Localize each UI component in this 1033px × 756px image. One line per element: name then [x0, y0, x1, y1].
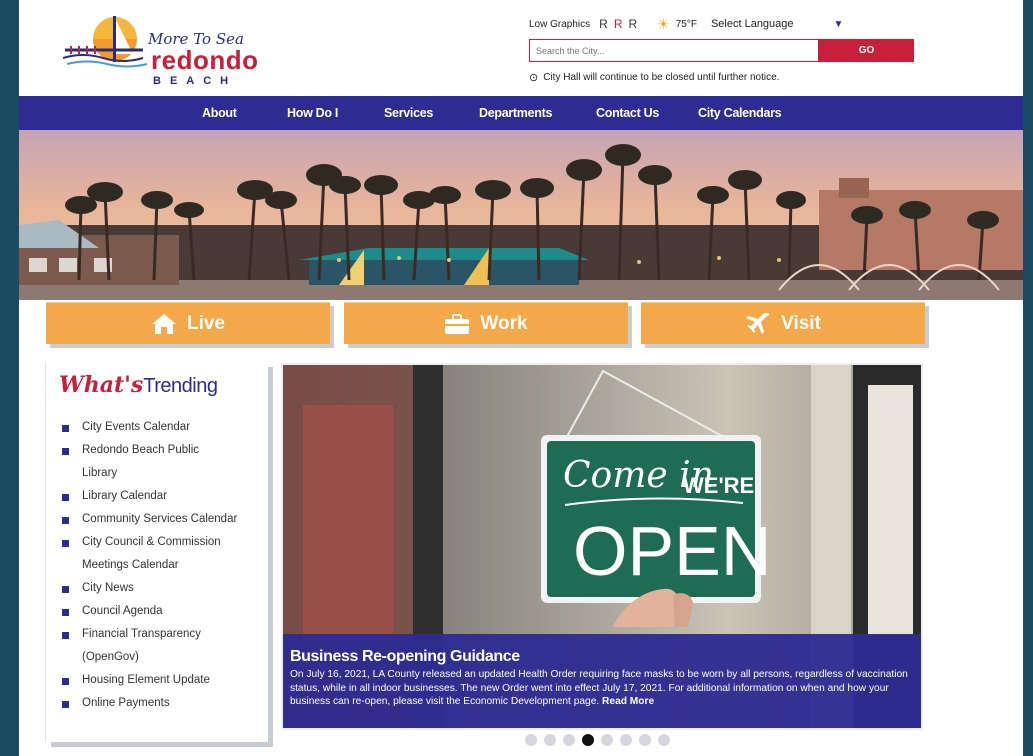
hero-banner-image [19, 130, 1023, 300]
nav-services[interactable]: Services [384, 106, 433, 120]
nav-departments[interactable]: Departments [479, 106, 552, 120]
trending-item[interactable]: Financial Transparency [62, 623, 262, 646]
slide-body: On July 16, 2021, LA County released an … [290, 669, 908, 707]
bullet-icon [62, 609, 69, 616]
trending-item-continued[interactable]: Meetings Calendar [62, 554, 262, 577]
low-graphics-link[interactable]: Low Graphics [529, 19, 590, 30]
trending-heading-text: Trending [143, 375, 218, 397]
text-size-small[interactable]: R [599, 17, 608, 31]
slider-dot[interactable] [658, 734, 670, 746]
bullet-icon [62, 517, 69, 524]
nav-contact-us[interactable]: Contact Us [596, 106, 659, 120]
bullet-icon [62, 540, 69, 547]
sign-were: WE'RE [683, 473, 754, 498]
live-label: Live [186, 312, 226, 334]
closure-notice: ⊙ City Hall will continue to be closed u… [529, 71, 779, 84]
trending-item[interactable]: Redondo Beach Public [62, 439, 262, 462]
slider-dots [525, 734, 677, 746]
trending-item-continued[interactable]: (OpenGov) [62, 646, 262, 669]
slider-dot[interactable] [639, 734, 651, 746]
bullet-icon [62, 586, 69, 593]
weather-sun-icon: ☀ [657, 15, 670, 32]
bullet-icon [62, 701, 69, 708]
slider-dot[interactable] [601, 734, 613, 746]
main-nav: About How Do I Services Departments Cont… [19, 96, 1023, 130]
briefcase-icon [444, 313, 470, 335]
city-logo[interactable]: More To Sea redondo BEACH [63, 14, 258, 87]
bullet-icon [62, 448, 69, 455]
logo-name: redondo [151, 45, 259, 75]
nav-about[interactable]: About [202, 106, 237, 120]
temperature: 75°F [675, 18, 697, 30]
search-input[interactable] [529, 39, 819, 62]
work-label: Work [480, 312, 528, 334]
page: More To Sea redondo BEACH Low Graphics R… [19, 0, 1023, 756]
visit-label: Visit [781, 312, 821, 334]
trending-item[interactable]: City News [62, 577, 262, 600]
bullet-icon [62, 494, 69, 501]
search-go-button[interactable]: GO [819, 39, 914, 62]
chevron-down-icon[interactable]: ▼ [834, 19, 844, 30]
bullet-icon [62, 678, 69, 685]
trending-heading-script: What's [59, 372, 144, 398]
text-size-large[interactable]: R [628, 17, 637, 31]
home-icon [151, 313, 177, 335]
logo-emblem-icon [63, 16, 148, 68]
trending-item-continued[interactable]: Library [62, 462, 262, 485]
work-button[interactable]: Work [344, 302, 628, 344]
slider-dot[interactable] [525, 734, 537, 746]
slider-dot[interactable] [563, 734, 575, 746]
logo-beach: BEACH [153, 75, 238, 87]
trending-item[interactable]: City Council & Commission [62, 531, 262, 554]
slide-title[interactable]: Business Re-opening Guidance [290, 648, 914, 666]
utility-bar: Low Graphics R R R ☀ 75°F Select Languag… [529, 16, 843, 32]
trending-item[interactable]: Housing Element Update [62, 669, 262, 692]
slider-dot-active[interactable] [582, 734, 594, 746]
notice-text[interactable]: City Hall will continue to be closed unt… [543, 72, 779, 83]
nav-city-calendars[interactable]: City Calendars [698, 106, 782, 120]
news-slide[interactable]: Come in WE'RE OPEN Business Re-opening G… [283, 365, 921, 728]
slider-dot[interactable] [620, 734, 632, 746]
trending-item[interactable]: City Events Calendar [62, 416, 262, 439]
bullet-icon [62, 632, 69, 639]
live-button[interactable]: Live [46, 302, 330, 344]
search-bar: GO [529, 39, 914, 62]
trending-item[interactable]: Community Services Calendar [62, 508, 262, 531]
slide-caption: Business Re-opening Guidance On July 16,… [283, 634, 921, 728]
trending-list: City Events Calendar Redondo Beach Publi… [62, 416, 262, 715]
text-size-medium[interactable]: R [614, 17, 623, 31]
read-more-link[interactable]: Read More [602, 696, 654, 707]
trending-item[interactable]: Online Payments [62, 692, 262, 715]
language-select[interactable]: Select Language [711, 18, 794, 30]
slider-dot[interactable] [544, 734, 556, 746]
nav-how-do-i[interactable]: How Do I [287, 106, 338, 120]
bullet-icon [62, 425, 69, 432]
trending-heading: What's Trending [59, 372, 218, 398]
sign-open: OPEN [573, 512, 771, 590]
trending-item[interactable]: Library Calendar [62, 485, 262, 508]
visit-button[interactable]: Visit [641, 302, 925, 344]
plane-icon [745, 312, 771, 336]
trending-item[interactable]: Council Agenda [62, 600, 262, 623]
whats-trending-panel: What's Trending City Events Calendar Red… [46, 362, 268, 742]
clock-icon: ⊙ [529, 72, 539, 84]
